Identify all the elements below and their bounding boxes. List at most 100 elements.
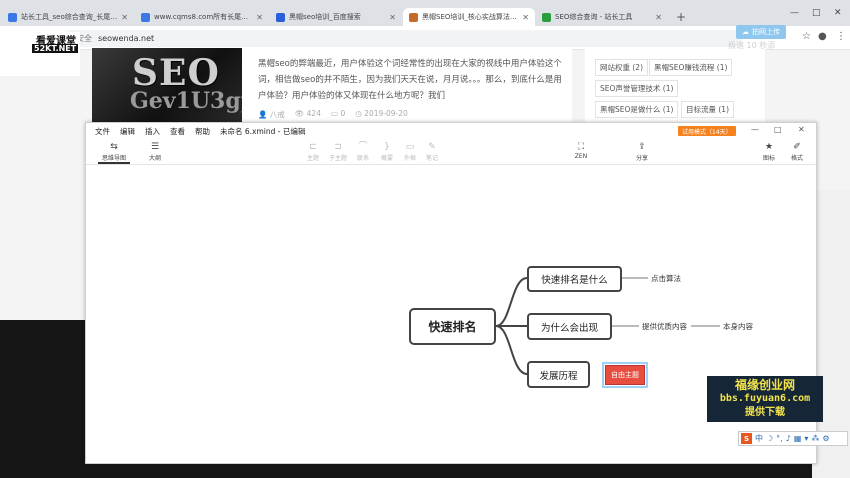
outline-view-button[interactable]: ☰ 大纲 [140, 141, 170, 162]
tag-item[interactable]: SEO声誉管理技术 (1) [595, 80, 679, 97]
close-icon[interactable]: ✕ [389, 13, 396, 22]
browser-tab-4[interactable]: 黑帽SEO培训_核心实战算法技术 ✕ [403, 8, 535, 26]
punctuation-icon[interactable]: °, [776, 434, 783, 443]
note-button[interactable]: ✎ 笔记 [417, 141, 447, 162]
leaf-topic[interactable]: 点击算法 [651, 273, 681, 284]
minimize-button[interactable]: — [790, 8, 799, 18]
upload-label: 拍网上传 [752, 28, 780, 36]
close-icon[interactable]: ✕ [522, 13, 529, 22]
site-icon [542, 12, 551, 22]
upload-badge[interactable]: ☁ 拍网上传 [736, 25, 786, 39]
menu-help[interactable]: 帮助 [195, 126, 210, 137]
article-thumbnail[interactable]: SEO Gev1U3gp [92, 48, 242, 122]
upload-icon: ☁ [742, 28, 749, 36]
browser-toolbar: ← → 不安全 seowenda.net ☆ ● ⋮ [0, 26, 850, 50]
close-icon[interactable]: ✕ [256, 13, 263, 22]
app-close-button[interactable]: ✕ [798, 125, 805, 134]
trial-badge[interactable]: 试用模式（14天） [678, 126, 736, 136]
profile-icon[interactable]: ● [818, 31, 827, 42]
close-window-button[interactable]: ✕ [834, 8, 842, 18]
grid-icon[interactable]: ⁂ [811, 434, 819, 443]
subtopic-node[interactable]: 快速排名是什么 [527, 266, 622, 292]
topic-label: 主题 [306, 155, 319, 162]
microphone-icon[interactable]: ♪ [786, 434, 791, 443]
app-minimize-button[interactable]: — [751, 125, 759, 134]
watermark-title: 福缘创业网 [734, 378, 795, 392]
share-icon: ⇪ [638, 142, 646, 152]
zen-button[interactable]: ⛶ ZEN [566, 141, 596, 160]
menu-file[interactable]: 文件 [95, 126, 110, 137]
ime-toolbar[interactable]: S 中 ☽ °, ♪ ▦ ▾ ⁂ ⚙ [738, 431, 848, 446]
browser-tab-2[interactable]: www.cqms8.com所有长尾词排 ✕ [135, 8, 269, 26]
ime-mode[interactable]: 中 [755, 433, 763, 444]
address-bar[interactable]: 不安全 seowenda.net [62, 30, 742, 47]
menu-dots-icon[interactable]: ⋮ [836, 31, 846, 42]
note-label: 笔记 [425, 155, 438, 162]
maximize-button[interactable]: □ [812, 8, 821, 18]
tab-title: 黑帽seo培训_百度搜索 [289, 13, 361, 21]
mindmap-view-button[interactable]: ⇆ 思维导图 [98, 141, 130, 164]
shirt-icon[interactable]: ▾ [804, 434, 808, 443]
connector-line [495, 277, 528, 327]
author: 八戒 [269, 110, 285, 119]
keyboard-icon[interactable]: ▦ [794, 434, 802, 443]
tab-title: www.cqms8.com所有长尾词排 [154, 13, 254, 21]
close-icon[interactable]: ✕ [655, 13, 662, 22]
moon-icon[interactable]: ☽ [766, 434, 773, 443]
connector-line [495, 325, 528, 375]
share-label: 分享 [635, 155, 648, 162]
browser-tab-1[interactable]: 站长工具_seo综合查询_长尾关键 ✕ [2, 8, 134, 26]
settings-icon[interactable]: ⚙ [822, 434, 829, 443]
menu-insert[interactable]: 插入 [145, 126, 160, 137]
subtopic-node[interactable]: 发展历程 [527, 361, 590, 388]
summary-label: 概要 [380, 155, 393, 162]
thumbnail-subtext: Gev1U3gp [130, 88, 242, 114]
tag-item[interactable]: 目标流量 (1) [681, 101, 735, 118]
watermark-url: bbs.fuyuan6.com [719, 393, 811, 404]
menu-edit[interactable]: 编辑 [120, 126, 135, 137]
share-button[interactable]: ⇪ 分享 [627, 141, 657, 162]
browser-tab-bar: 站长工具_seo综合查询_长尾关键 ✕ www.cqms8.com所有长尾词排 … [0, 0, 850, 26]
mindmap-label: 思维导图 [101, 155, 126, 162]
leaf-topic[interactable]: 本身内容 [723, 321, 753, 332]
relation-label: 联系 [356, 155, 369, 162]
floating-topic[interactable]: 自由主题 [602, 362, 648, 388]
icon-panel-button[interactable]: ★ 图标 [754, 141, 784, 162]
article-card: 黑帽seo的弊端最近，用户体验这个词经常性的出现在大家的视线中用户体验这个词，相… [242, 48, 572, 122]
screen: 站长工具_seo综合查询_长尾关键 ✕ www.cqms8.com所有长尾词排 … [0, 0, 850, 478]
globe-icon [8, 12, 17, 22]
menu-view[interactable]: 查看 [170, 126, 185, 137]
tag-item[interactable]: 黑帽SEO是做什么 (1) [595, 101, 679, 118]
article-excerpt: 黑帽seo的弊端最近，用户体验这个词经常性的出现在大家的视线中用户体验这个词，相… [258, 59, 562, 101]
view-count: 424 [306, 109, 321, 118]
leaf-topic[interactable]: 提供优质内容 [642, 321, 687, 332]
tag-cloud: 网站权重 (2) 黑帽SEO赚钱流程 (1) SEO声誉管理技术 (1) 黑帽S… [585, 48, 765, 122]
bookmark-star-icon[interactable]: ☆ [802, 31, 811, 42]
author-icon: 👤 八戒 [258, 110, 285, 119]
article-meta: 👤 八戒 👁 424 ▭ 0 ◷ 2019-09-20 [258, 109, 408, 120]
subtopic-node[interactable]: 为什么会出现 [527, 313, 612, 340]
overlay-logo-url: 52KT.NET [32, 44, 79, 53]
watermark-subtitle: 提供下载 [745, 407, 785, 418]
watermark-ad: 福缘创业网 bbs.fuyuan6.com 提供下载 [707, 376, 823, 422]
tab-title: 黑帽SEO培训_核心实战算法技术 [422, 13, 520, 21]
tag-item[interactable]: 网站权重 (2) [595, 59, 649, 76]
url-text: seowenda.net [98, 34, 155, 43]
clock-icon: ◷ 2019-09-20 [355, 109, 408, 118]
icon-label: 图标 [762, 155, 775, 162]
publish-date: 2019-09-20 [364, 109, 408, 118]
star-icon: ★ [764, 142, 774, 152]
tab-title: 站长工具_seo综合查询_长尾关键 [21, 13, 119, 21]
site-icon [409, 12, 418, 22]
close-icon[interactable]: ✕ [121, 13, 128, 22]
document-title: 未命名 6.xmind - 已编辑 [220, 126, 306, 136]
new-tab-button[interactable]: + [676, 10, 686, 24]
root-topic[interactable]: 快速排名 [409, 308, 496, 345]
browser-tab-5[interactable]: SEO综合查询 - 站长工具 ✕ [536, 8, 668, 26]
app-maximize-button[interactable]: □ [774, 125, 782, 134]
format-label: 格式 [790, 155, 803, 162]
format-panel-button[interactable]: ✐ 格式 [782, 141, 812, 162]
browser-tab-3[interactable]: 黑帽seo培训_百度搜索 ✕ [270, 8, 402, 26]
list-icon: ☰ [150, 142, 160, 152]
tag-item[interactable]: 黑帽SEO赚钱流程 (1) [649, 59, 733, 76]
